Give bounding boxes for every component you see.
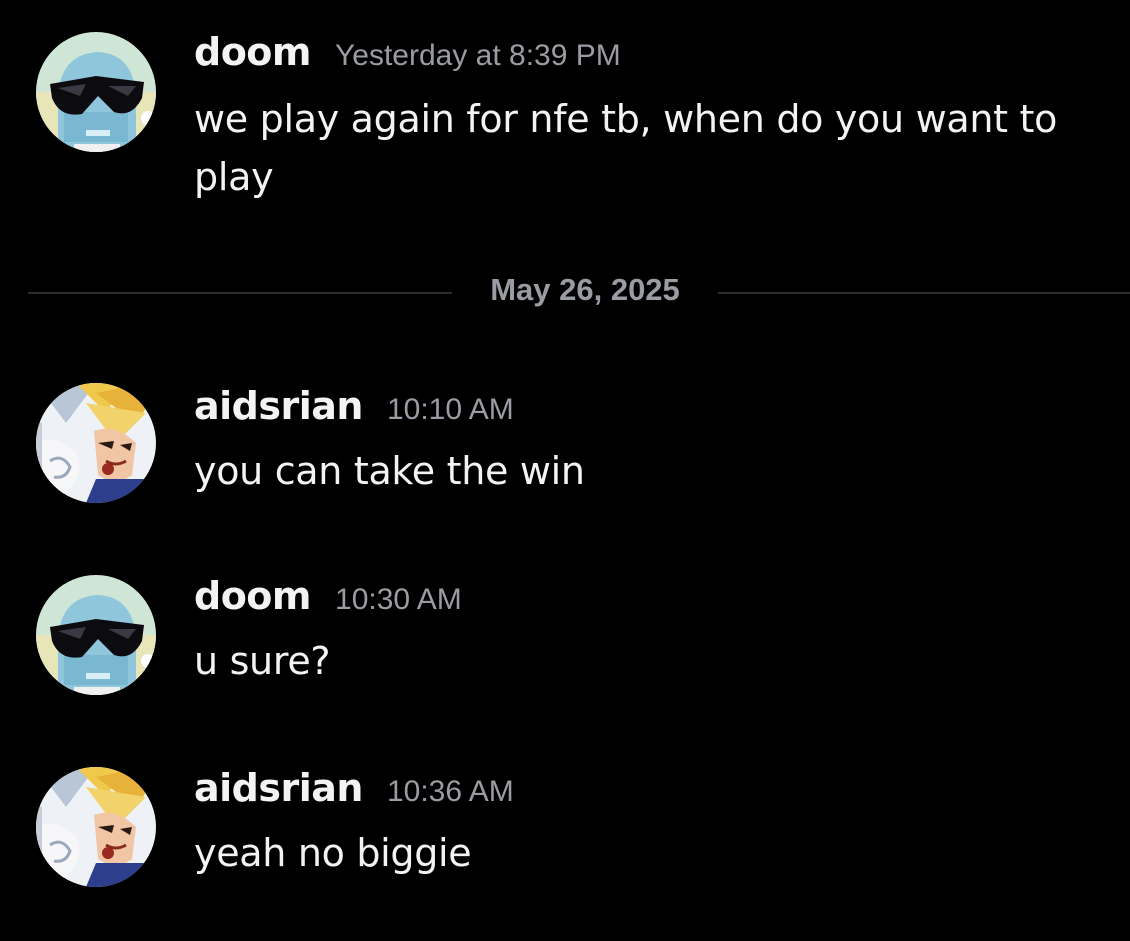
message-text: we play again for nfe tb, when do you wa… <box>194 97 1058 199</box>
timestamp: 10:36 AM <box>386 775 514 808</box>
message-item[interactable]: aidsrian 10:36 AM yeah no biggie <box>0 752 1130 902</box>
username[interactable]: doom <box>194 574 312 618</box>
message-text: yeah no biggie <box>194 831 472 875</box>
divider-date: May 26, 2025 <box>490 272 680 307</box>
date-divider: May 26, 2025 <box>28 272 1130 307</box>
username[interactable]: doom <box>194 30 312 74</box>
message-item[interactable]: doom 10:30 AM u sure? <box>0 560 1130 710</box>
message-header: doom 10:30 AM <box>194 574 462 618</box>
message-text: u sure? <box>194 639 331 683</box>
timestamp: 10:10 AM <box>386 393 514 426</box>
avatar-doom[interactable] <box>36 32 156 152</box>
divider-line <box>718 292 1130 294</box>
anime-character-icon <box>36 383 156 503</box>
username[interactable]: aidsrian <box>194 766 363 810</box>
username[interactable]: aidsrian <box>194 384 363 428</box>
avatar-doom[interactable] <box>36 575 156 695</box>
message-item[interactable]: doom Yesterday at 8:39 PM we play again f… <box>0 0 1130 230</box>
avatar-aidsrian[interactable] <box>36 767 156 887</box>
message-item[interactable]: aidsrian 10:10 AM you can take the win <box>0 370 1130 520</box>
squirtle-sunglasses-icon <box>36 32 156 152</box>
message-text: you can take the win <box>194 449 585 493</box>
anime-character-icon <box>36 767 156 887</box>
message-header: aidsrian 10:36 AM <box>194 766 514 810</box>
divider-line <box>28 292 452 294</box>
message-header: doom Yesterday at 8:39 PM <box>194 30 621 74</box>
timestamp: Yesterday at 8:39 PM <box>335 39 621 72</box>
squirtle-sunglasses-icon <box>36 575 156 695</box>
avatar-aidsrian[interactable] <box>36 383 156 503</box>
message-header: aidsrian 10:10 AM <box>194 384 514 428</box>
timestamp: 10:30 AM <box>335 583 462 616</box>
